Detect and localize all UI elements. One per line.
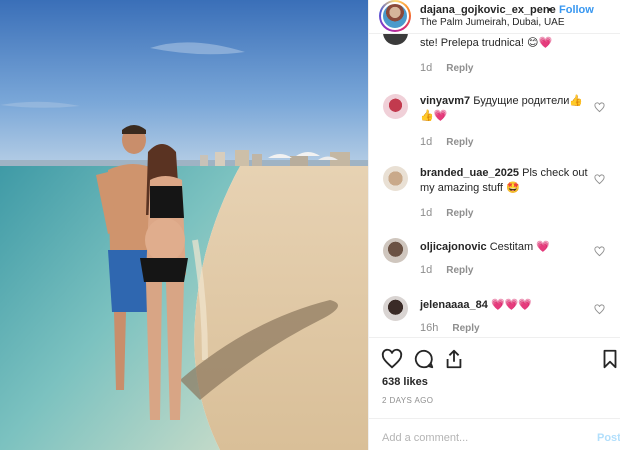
comment-meta: 16h Reply — [420, 322, 480, 334]
like-comment-heart-icon[interactable] — [594, 304, 605, 315]
comment-meta: 1d Reply — [420, 207, 473, 219]
comment-icon[interactable] — [413, 348, 435, 370]
comment-username[interactable]: branded_uae_2025 — [420, 167, 519, 179]
avatar[interactable] — [381, 2, 409, 30]
post-photo[interactable] — [0, 0, 368, 450]
post-comment-button[interactable]: Post — [597, 432, 620, 444]
comment-age: 1d — [420, 62, 433, 74]
post-actions: 638 likes 2 DAYS AGO — [369, 337, 620, 417]
reply-button[interactable]: Reply — [446, 265, 473, 276]
comment-username[interactable]: oljicajonovic — [420, 241, 487, 253]
comment-body: branded_uae_2025 Pls check out my amazin… — [420, 166, 590, 196]
comment-meta: 1d Reply — [420, 136, 473, 148]
comment-list[interactable]: ste! Prelepa trudnica! 😊💗 1d Reply vinyav… — [369, 34, 620, 337]
reply-button[interactable]: Reply — [446, 208, 473, 219]
comment-age: 1d — [420, 264, 433, 276]
story-ring[interactable] — [379, 0, 411, 32]
reply-button[interactable]: Reply — [452, 323, 479, 334]
comment-text: 💗💗💗 — [490, 299, 533, 311]
comment-age: 1d — [420, 207, 433, 219]
comment-avatar[interactable] — [383, 34, 408, 45]
comment-body: oljicajonovic Cestitam 💗 — [420, 240, 590, 255]
share-icon[interactable] — [443, 348, 465, 370]
comment-body: vinyavm7 Будущие родители👍👍💗 — [420, 94, 590, 124]
post-date[interactable]: 2 DAYS AGO — [382, 396, 433, 405]
comment-avatar[interactable] — [383, 238, 408, 263]
like-comment-heart-icon[interactable] — [594, 174, 605, 185]
comment-body: jelenaaaa_84 💗💗💗 — [420, 298, 590, 313]
heart-icon[interactable] — [381, 348, 403, 370]
comment-username[interactable]: vinyavm7 — [420, 95, 470, 107]
post-location[interactable]: The Palm Jumeirah, Dubai, UAE — [420, 17, 565, 28]
add-comment-bar: Add a comment... Post — [369, 418, 620, 450]
comment-avatar[interactable] — [383, 296, 408, 321]
comment-username[interactable]: jelenaaaa_84 — [420, 299, 488, 311]
like-comment-heart-icon[interactable] — [594, 246, 605, 257]
comment-avatar[interactable] — [383, 166, 408, 191]
reply-button[interactable]: Reply — [446, 137, 473, 148]
beach-photo — [0, 0, 368, 450]
comment-age: 1d — [420, 136, 433, 148]
like-comment-heart-icon[interactable] — [594, 102, 605, 113]
reply-button[interactable]: Reply — [446, 63, 473, 74]
comment-avatar[interactable] — [383, 94, 408, 119]
comment-meta: 1d Reply — [420, 264, 473, 276]
add-comment-input[interactable]: Add a comment... — [382, 432, 468, 444]
comment-age: 16h — [420, 322, 439, 334]
comment-text: Cestitam 💗 — [489, 241, 550, 253]
comment-text: ste! Prelepa trudnica! 😊💗 — [420, 37, 553, 49]
comment-meta: 1d Reply — [420, 62, 473, 74]
follow-button[interactable]: Follow — [559, 4, 594, 16]
bookmark-icon[interactable] — [599, 348, 620, 370]
likes-count[interactable]: 638 likes — [382, 376, 428, 388]
separator-dot: • — [548, 4, 552, 16]
post-header: dajana_gojkovic_ex_pene • Follow The Pal… — [369, 0, 620, 34]
post-details-pane: dajana_gojkovic_ex_pene • Follow The Pal… — [368, 0, 620, 450]
post-username[interactable]: dajana_gojkovic_ex_pene — [420, 4, 556, 16]
